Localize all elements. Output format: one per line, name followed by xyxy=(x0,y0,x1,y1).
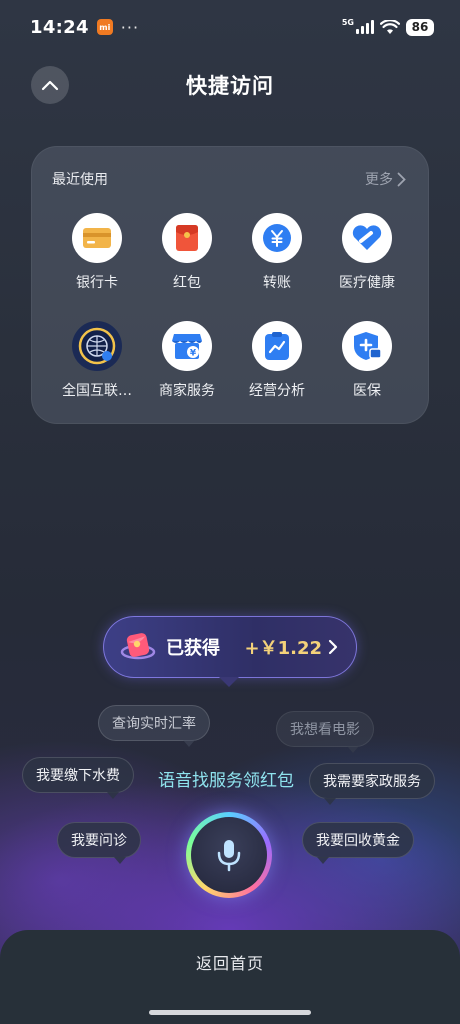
suggestion-water-bill[interactable]: 我要缴下水费 xyxy=(22,757,134,799)
transfer-icon xyxy=(263,224,291,252)
bottom-bar: 返回首页 xyxy=(0,930,460,1024)
return-home-button[interactable]: 返回首页 xyxy=(0,950,460,974)
shortcut-label: 医保 xyxy=(353,383,381,399)
shortcut-national-interconnect[interactable]: 全国互联… xyxy=(52,321,142,400)
red-packet-reward-icon xyxy=(120,633,156,660)
status-indicators: 5G 86 xyxy=(341,17,434,36)
shortcut-label: 医疗健康 xyxy=(339,275,395,291)
globe-icon xyxy=(78,327,116,365)
business-chart-icon xyxy=(265,332,289,360)
shortcut-label: 经营分析 xyxy=(249,383,305,399)
shortcut-label: 银行卡 xyxy=(76,275,118,291)
reward-pointer xyxy=(219,677,239,687)
more-link[interactable]: 更多 xyxy=(365,169,406,189)
home-indicator[interactable] xyxy=(149,1010,311,1015)
recent-card-header: 最近使用 更多 xyxy=(52,169,406,189)
shortcut-red-packet[interactable]: 红包 xyxy=(142,213,232,292)
shortcut-label: 全国互联… xyxy=(62,383,132,399)
signal-icon xyxy=(356,20,374,34)
medical-insurance-icon xyxy=(354,332,382,360)
reward-amount: +￥1.22 xyxy=(244,638,323,659)
more-notifications-icon: ··· xyxy=(120,17,140,37)
recent-title: 最近使用 xyxy=(52,172,108,188)
shortcut-label: 转账 xyxy=(263,275,291,291)
suggestion-movie[interactable]: 我想看电影 xyxy=(276,711,374,753)
header: 快捷访问 xyxy=(0,62,460,108)
merchant-store-icon: ¥ xyxy=(172,334,202,359)
chevron-right-icon xyxy=(397,172,406,186)
chevron-right-icon xyxy=(328,639,338,655)
red-packet-icon xyxy=(176,225,198,251)
bank-card-icon xyxy=(83,228,111,248)
microphone-icon xyxy=(217,840,241,872)
carrier-badge-icon: mi xyxy=(96,19,113,35)
suggestion-consult[interactable]: 我要问诊 xyxy=(57,822,141,864)
shortcut-label: 红包 xyxy=(173,275,201,291)
shortcut-medical-insurance[interactable]: 医保 xyxy=(322,321,412,400)
status-bar: 14:24 mi ··· 5G 86 xyxy=(0,0,460,54)
voice-input-button[interactable] xyxy=(186,812,272,898)
network-type: 5G xyxy=(341,17,354,27)
battery-indicator: 86 xyxy=(406,18,434,36)
shortcut-transfer[interactable]: 转账 xyxy=(232,213,322,292)
reward-banner[interactable]: 已获得 +￥1.22 xyxy=(103,616,357,678)
shortcut-bank-card[interactable]: 银行卡 xyxy=(52,213,142,292)
voice-hint: 语音找服务领红包 xyxy=(158,771,294,791)
suggestion-housekeeping[interactable]: 我需要家政服务 xyxy=(309,763,435,805)
recent-use-card: 最近使用 更多 银行卡 红包 转账 医疗健康 全国互联… ¥ 商家服务 经营分析… xyxy=(31,146,429,424)
svg-text:¥: ¥ xyxy=(190,349,197,359)
reward-label: 已获得 xyxy=(166,638,220,659)
suggestion-exchange-rate[interactable]: 查询实时汇率 xyxy=(98,705,210,747)
page-title: 快捷访问 xyxy=(186,74,274,98)
shortcut-label: 商家服务 xyxy=(159,383,215,399)
shortcut-health[interactable]: 医疗健康 xyxy=(322,213,412,292)
shortcut-merchant-service[interactable]: ¥ 商家服务 xyxy=(142,321,232,400)
health-heart-icon xyxy=(352,225,382,250)
status-time: 14:24 xyxy=(30,16,89,38)
more-label: 更多 xyxy=(365,172,393,188)
wifi-icon xyxy=(380,19,400,34)
suggestion-gold[interactable]: 我要回收黄金 xyxy=(302,822,414,864)
shortcut-business-analysis[interactable]: 经营分析 xyxy=(232,321,322,400)
